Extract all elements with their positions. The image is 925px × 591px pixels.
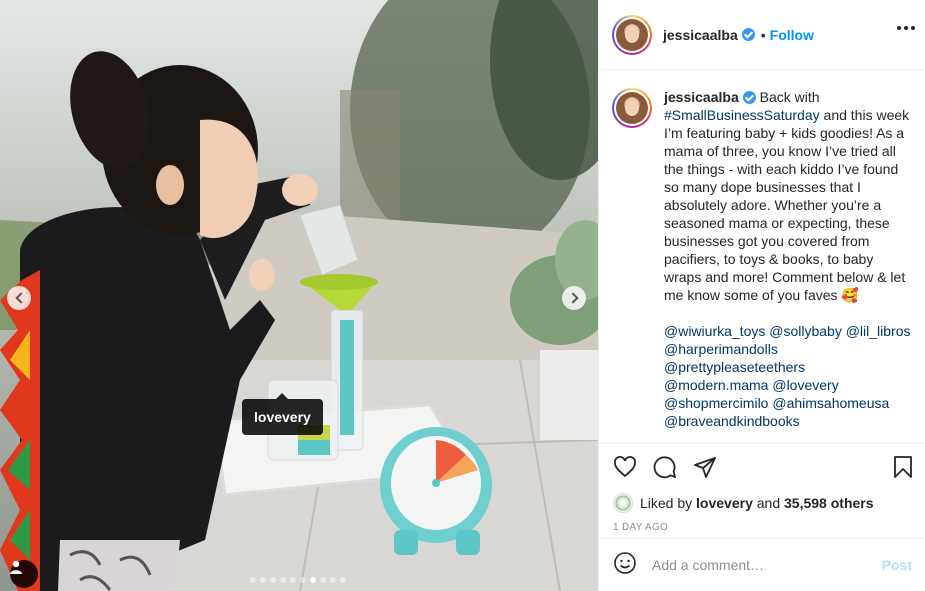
bookmark-icon[interactable] — [891, 455, 915, 484]
mention-link[interactable]: @harperimandolls — [664, 341, 778, 357]
mention-link[interactable]: @shopmercimilo — [664, 395, 768, 411]
action-bar — [599, 443, 925, 489]
hashtag-link[interactable]: #SmallBusinessSaturday — [664, 107, 820, 123]
likes-prefix: Liked by — [640, 495, 693, 511]
liker-username[interactable]: lovevery — [696, 495, 753, 511]
carousel-dot — [250, 577, 256, 583]
mention-link[interactable]: @wiwiurka_toys — [664, 323, 765, 339]
more-icon[interactable] — [897, 26, 915, 30]
carousel-dot — [340, 577, 346, 583]
carousel-dot — [270, 577, 276, 583]
carousel-dot — [310, 577, 316, 583]
carousel-dot — [260, 577, 266, 583]
caption-username[interactable]: jessicaalba — [664, 89, 739, 105]
follow-button[interactable]: Follow — [770, 27, 814, 43]
carousel-dot — [320, 577, 326, 583]
user-tag-icon[interactable] — [10, 560, 38, 588]
comment-icon[interactable] — [653, 455, 677, 479]
caption-avatar[interactable] — [612, 88, 652, 128]
carousel-dot — [290, 577, 296, 583]
photo-scene — [0, 0, 598, 591]
liker-avatar[interactable] — [613, 493, 633, 513]
likes-summary: Liked by lovevery and 35,598 others — [599, 489, 925, 517]
mention-link[interactable]: @sollybaby — [769, 323, 842, 339]
post-header: jessicaalba • Follow — [599, 0, 925, 70]
post-author-username[interactable]: jessicaalba — [663, 27, 738, 43]
mention-link[interactable]: @lil_libros — [846, 323, 911, 339]
chevron-right-icon — [566, 292, 579, 304]
caption-intro: Back with — [755, 89, 820, 105]
carousel-dot — [300, 577, 306, 583]
mention-link[interactable]: @modern.mama — [664, 377, 768, 393]
mention-link[interactable]: @braveandkindbooks — [664, 413, 800, 429]
mentions-list: @wiwiurka_toys @sollybaby @lil_libros @h… — [664, 322, 912, 430]
smiley-icon[interactable] — [613, 551, 637, 580]
carousel-dot — [330, 577, 336, 583]
verified-badge-icon — [742, 91, 756, 104]
post-caption: jessicaalba Back with #SmallBusinessSatu… — [664, 88, 912, 443]
post-timestamp[interactable]: 1 DAY AGO — [599, 517, 925, 539]
chevron-left-icon — [14, 292, 27, 304]
mention-link[interactable]: @ahimsahomeusa — [772, 395, 889, 411]
comments-section[interactable]: jessicaalba Back with #SmallBusinessSatu… — [599, 70, 925, 443]
avatar[interactable] — [612, 14, 652, 55]
photo-tag-label[interactable]: lovevery — [242, 393, 323, 435]
share-icon[interactable] — [693, 455, 717, 479]
post-sidebar: jessicaalba • Follow jessicaalba Back wi… — [598, 0, 925, 591]
post-comment-button[interactable]: Post — [882, 557, 912, 573]
add-comment-bar: Post — [599, 538, 925, 591]
likes-others-link[interactable]: 35,598 others — [784, 495, 874, 511]
next-photo-button[interactable] — [562, 286, 586, 310]
carousel-dot — [280, 577, 286, 583]
mention-link[interactable]: @lovevery — [772, 377, 838, 393]
verified-badge-icon — [741, 28, 755, 41]
caption-body: and this week I’m featuring baby + kids … — [664, 107, 910, 303]
post-photo[interactable]: lovevery — [0, 0, 598, 591]
heart-icon[interactable] — [613, 455, 637, 479]
likes-middle: and — [756, 495, 781, 511]
comment-input[interactable] — [652, 557, 882, 573]
mention-link[interactable]: @prettypleaseteethers — [664, 359, 805, 375]
previous-photo-button[interactable] — [7, 286, 31, 310]
header-separator: • — [760, 26, 766, 43]
carousel-indicator — [250, 577, 346, 583]
